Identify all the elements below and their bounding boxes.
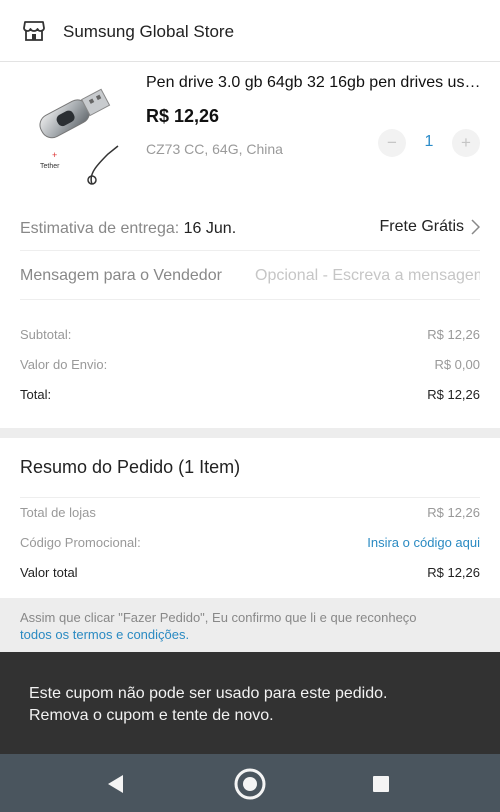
toast-line-2: Remova o cupom e tente de novo.	[29, 707, 274, 724]
coupon-error-toast: Este cupom não pode ser usado para este …	[0, 652, 500, 754]
shipping-method[interactable]: Frete Grátis	[380, 218, 480, 236]
shipping-cost-label: Valor do Envio:	[20, 357, 108, 372]
terms-notice: Assim que clicar "Fazer Pedido", Eu conf…	[20, 609, 480, 643]
store-total-value: R$ 12,26	[427, 387, 480, 402]
shipping-cost-row: Valor do Envio: R$ 0,00	[20, 357, 480, 379]
quantity-stepper: − 1 +	[378, 129, 482, 159]
order-item-card: + Tether Pen drive 3.0 gb 64gb 32 16gb p…	[0, 62, 500, 428]
home-icon[interactable]	[230, 764, 270, 804]
decrement-button[interactable]: −	[378, 129, 406, 157]
delivery-date: 16 Jun.	[183, 220, 237, 237]
terms-link[interactable]: todos os termos e condições.	[20, 627, 189, 642]
back-icon[interactable]	[96, 764, 136, 804]
stores-total-value: R$ 12,26	[427, 505, 480, 520]
shipping-cost-value: R$ 0,00	[434, 357, 480, 372]
stores-total-label: Total de lojas	[20, 505, 96, 520]
divider	[20, 497, 480, 498]
thumbnail-caption: Tether	[40, 163, 60, 170]
order-summary-title: Resumo do Pedido (1 Item)	[20, 457, 241, 477]
recent-apps-icon[interactable]	[361, 764, 401, 804]
chevron-right-icon	[471, 219, 480, 235]
product-thumbnail[interactable]: + Tether	[20, 76, 126, 186]
increment-button[interactable]: +	[452, 129, 480, 157]
shipping-method-label: Frete Grátis	[379, 218, 464, 235]
storefront-icon	[23, 21, 45, 41]
promo-code-link[interactable]: Insira o código aqui	[367, 535, 480, 550]
product-variant: CZ73 CC, 64G, China	[146, 141, 283, 157]
toast-line-1: Este cupom não pode ser usado para este …	[29, 685, 388, 702]
system-navigation-bar	[0, 754, 500, 812]
seller-message-row: Mensagem para o Vendedor	[20, 252, 480, 300]
store-total-label: Total:	[20, 387, 52, 402]
store-name: Sumsung Global Store	[63, 22, 235, 41]
order-summary-card: Resumo do Pedido (1 Item) Total de lojas…	[0, 438, 500, 598]
quantity-value: 1	[424, 133, 434, 150]
delivery-estimate-row[interactable]: Estimativa de entrega: 16 Jun. Frete Grá…	[20, 207, 480, 251]
subtotal-label: Subtotal:	[20, 327, 72, 342]
grand-total-value: R$ 12,26	[427, 565, 480, 580]
delivery-estimate: Estimativa de entrega: 16 Jun.	[20, 220, 236, 238]
product-title[interactable]: Pen drive 3.0 gb 64gb 32 16gb pen drives…	[146, 74, 486, 92]
grand-total-row: Valor total R$ 12,26	[20, 565, 480, 587]
promo-code-row[interactable]: Código Promocional: Insira o código aqui	[20, 535, 480, 557]
store-total-row: Total: R$ 12,26	[20, 387, 480, 409]
svg-text:+: +	[52, 150, 57, 160]
store-header[interactable]: Sumsung Global Store	[0, 0, 500, 62]
grand-total-label: Valor total	[20, 565, 78, 580]
seller-message-label: Mensagem para o Vendedor	[20, 267, 222, 284]
subtotal-value: R$ 12,26	[427, 327, 480, 342]
terms-text: Assim que clicar "Fazer Pedido", Eu conf…	[20, 610, 417, 625]
product-price: R$ 12,26	[146, 106, 220, 126]
delivery-label: Estimativa de entrega:	[20, 220, 180, 237]
seller-message-input[interactable]	[255, 261, 480, 291]
promo-code-label: Código Promocional:	[20, 535, 141, 550]
subtotal-row: Subtotal: R$ 12,26	[20, 327, 480, 349]
stores-total-row: Total de lojas R$ 12,26	[20, 505, 480, 527]
